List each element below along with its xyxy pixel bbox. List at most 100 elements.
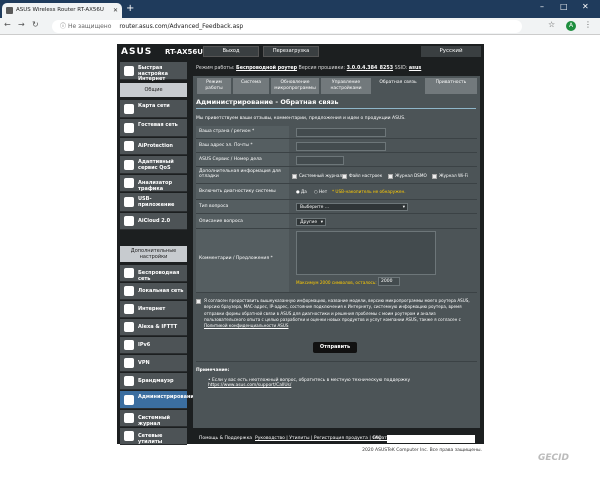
form-row-comments: Комментарии / Предложения * Максимум 200… [196, 229, 477, 293]
info-icon[interactable]: ⓘ [60, 23, 66, 30]
back-icon[interactable]: ← [4, 20, 11, 29]
form-row-subtopic: Описание вопроса Другие ▾ [196, 214, 477, 229]
address-bar[interactable]: ⓘ Не защищено router.asus.com/Advanced_F… [52, 20, 522, 33]
copyright: 2020 ASUSTeK Computer Inc. Все права защ… [362, 448, 482, 453]
reload-icon[interactable]: ↻ [32, 20, 39, 29]
extra-info-label: Дополнительная информация для отладки [199, 169, 281, 179]
sidebar-item-usb-app[interactable]: USB-приложение [120, 193, 187, 212]
sidebar-item-wan[interactable]: Интернет [120, 301, 187, 318]
page: ASUS RT-AX56U Выход Перезагрузка Русский… [0, 36, 600, 480]
subtopic-select[interactable]: Другие ▾ [296, 218, 326, 226]
sidebar-item-label: Системный журнал [138, 415, 170, 427]
tab-system[interactable]: Система [233, 78, 269, 94]
chevron-down-icon: ▾ [402, 205, 405, 210]
sidebar-item-label: Интернет [138, 306, 166, 312]
checkbox[interactable] [342, 173, 347, 179]
privacy-link[interactable]: Политикой конфиденциальности ASUS [204, 323, 288, 328]
close-window-icon[interactable]: ✕ [582, 2, 589, 11]
tab-operation-mode[interactable]: Режим работы [197, 78, 231, 94]
checkbox[interactable] [388, 173, 393, 179]
model-name: RT-AX56U [165, 48, 203, 56]
country-input[interactable] [296, 128, 386, 137]
status-fw-label: Версия прошивки: [298, 66, 346, 71]
sidebar-item-wireless[interactable]: Беспроводная сеть [120, 265, 187, 282]
checkbox[interactable] [432, 173, 437, 179]
diag-no-radio[interactable]: ○ Нет [314, 189, 327, 194]
notes-title: Примечание: [196, 368, 230, 373]
form-row-topic: Тип вопроса Выберите ... ▾ [196, 200, 477, 214]
extra-option[interactable]: Журнал Wi-Fi [432, 173, 468, 179]
favicon-icon [6, 7, 13, 14]
sidebar-header-general: Общие [120, 83, 187, 97]
form-row-email: Ваш адрес эл. Почты * [196, 139, 477, 153]
email-input[interactable] [296, 142, 386, 151]
sidebar-item-guest-network[interactable]: Гостевая сеть [120, 119, 187, 137]
maximize-icon[interactable]: □ [560, 2, 568, 11]
browser-toolbar: ← → ↻ ⓘ Не защищено router.asus.com/Adva… [0, 18, 600, 35]
faq-label: FAQ [373, 436, 382, 441]
option-label: Системный журнал [299, 173, 343, 178]
browser-tab[interactable]: ASUS Wireless Router RT-AX56U ✕ [2, 3, 122, 18]
close-tab-icon[interactable]: ✕ [113, 3, 118, 18]
extra-option[interactable]: Файл настроек [342, 173, 382, 179]
sidebar-item-system-log[interactable]: Системный журнал [120, 410, 187, 427]
faq-search-input[interactable] [387, 435, 475, 443]
main-content: Режим работы: Беспроводной роутер Версия… [193, 62, 480, 428]
system-log-icon [124, 413, 134, 423]
sidebar-item-aiprotection[interactable]: AiProtection [120, 138, 187, 155]
extra-option[interactable]: Системный журнал [292, 173, 342, 179]
star-icon[interactable]: ☆ [548, 20, 555, 29]
diag-yes-radio[interactable]: ● Да [296, 189, 307, 194]
notes-section: Примечание: • Если у вас есть неотложный… [196, 361, 477, 388]
help-link[interactable]: Помощь & Поддержка [199, 436, 252, 441]
topic-label: Тип вопроса [199, 204, 229, 209]
minimize-icon[interactable]: – [540, 2, 544, 11]
select-value: Выберите ... [300, 205, 330, 210]
sidebar-item-lan[interactable]: Локальная сеть [120, 283, 187, 300]
sidebar-item-qos[interactable]: Адаптивный сервис QoS [120, 156, 187, 174]
send-button[interactable]: Отправить [313, 342, 357, 353]
sidebar-item-vpn[interactable]: VPN [120, 355, 187, 372]
status-fw-link[interactable]: 3.0.0.4.384_8253 [347, 66, 393, 71]
usb-app-icon [124, 197, 134, 207]
consent-body: Я согласен предоставить вышеуказанную ин… [204, 298, 470, 322]
asus-logo: ASUS [121, 47, 153, 57]
consent-checkbox[interactable] [196, 299, 201, 304]
sidebar-item-ipv6[interactable]: IPv6 [120, 337, 187, 354]
url-text: router.asus.com/Advanced_Feedback.asp [119, 23, 244, 30]
aicloud-icon [124, 216, 134, 226]
sidebar-item-traffic-analyzer[interactable]: Анализатор трафика [120, 175, 187, 192]
tab-bar: Режим работы Система Обновление микропрогр… [193, 78, 480, 94]
consent-text: Я согласен предоставить вышеуказанную ин… [196, 298, 477, 329]
sidebar-item-label: Брандмауэр [138, 378, 174, 384]
sidebar-item-network-tools[interactable]: Сетевые утилиты [120, 428, 187, 445]
sidebar-item-network-map[interactable]: Карта сети [120, 100, 187, 118]
tab-firmware[interactable]: Обновление микропрограммы [271, 78, 319, 94]
sidebar-item-firewall[interactable]: Брандмауэр [120, 373, 187, 390]
tab-settings[interactable]: Управление настройками [321, 78, 371, 94]
sidebar-item-quick-setup[interactable]: Быстрая настройка Интернет [120, 62, 187, 82]
comments-textarea[interactable] [296, 231, 436, 275]
subtopic-label: Описание вопроса [199, 219, 243, 224]
sidebar-item-aicloud[interactable]: AiCloud 2.0 [120, 213, 187, 230]
tab-feedback[interactable]: Обратная связь [373, 78, 423, 94]
sidebar-item-label: Гостевая сеть [138, 122, 178, 128]
status-ssid-link[interactable]: asus [409, 66, 421, 71]
tab-privacy[interactable]: Приватность [425, 78, 477, 94]
logout-button[interactable]: Выход [203, 46, 259, 57]
option-label: Файл настроек [349, 173, 383, 178]
status-mode-link[interactable]: Беспроводной роутер [236, 66, 297, 71]
sidebar-item-administration[interactable]: Администрирование [120, 391, 197, 409]
language-select[interactable]: Русский [421, 46, 481, 57]
menu-icon[interactable]: ⋮ [584, 20, 592, 29]
sidebar-item-alexa-ifttt[interactable]: Alexa & IFTTT [120, 319, 187, 336]
checkbox[interactable] [292, 173, 297, 179]
support-link[interactable]: https://www.asus.com/support/CallUs/ [208, 383, 291, 388]
new-tab-button[interactable]: + [126, 3, 134, 15]
reboot-button[interactable]: Перезагрузка [263, 46, 319, 57]
extra-option[interactable]: Журнал DSMO [388, 173, 427, 179]
forward-icon[interactable]: → [18, 20, 25, 29]
topic-select[interactable]: Выберите ... ▾ [296, 203, 408, 211]
service-number-input[interactable] [296, 156, 344, 165]
avatar[interactable]: A [566, 21, 576, 31]
